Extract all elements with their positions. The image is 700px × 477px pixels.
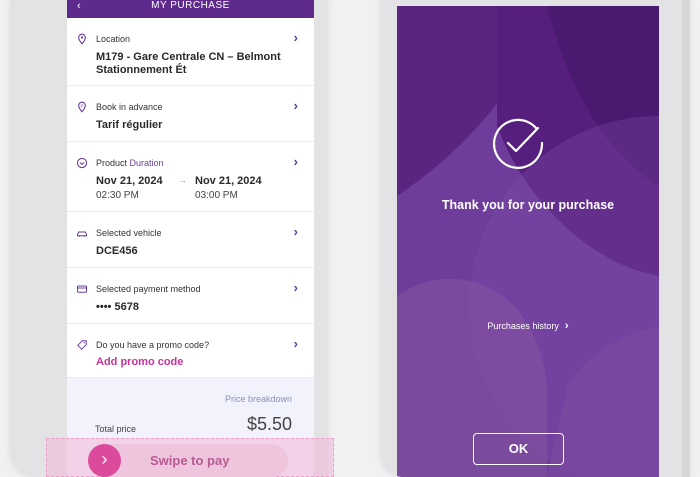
purchases-history-label: Purchases history [487,321,559,331]
location-value-line2: Stationnement Ét [96,64,187,76]
rate-value: Tarif régulier [96,119,163,131]
row-label-bold: Product [96,158,128,168]
chevron-right-icon: › [293,154,298,169]
row-book-in-advance[interactable]: P Book in advance Tarif régulier › [67,86,314,142]
purchases-history-link[interactable]: Purchases history › [397,320,659,332]
chevron-right-icon: › [564,320,569,332]
chevron-right-icon: › [293,224,298,239]
confirmation-screen-frame: Thank you for your purchase Purchases hi… [380,0,690,477]
start-date: Nov 21, 2024 [96,175,163,187]
page-title: MY PURCHASE [151,0,230,11]
row-promo-code[interactable]: Do you have a promo code? Add promo code… [67,324,314,378]
total-price-label: Total price [95,424,137,434]
swipe-handle[interactable]: › [88,444,121,477]
background-pattern [397,6,659,477]
row-location[interactable]: Location M179 - Gare Centrale CN – Belmo… [67,18,314,86]
location-pin-icon [76,32,88,45]
total-price-value: $5.50 [246,414,292,434]
swipe-to-pay-label: Swipe to pay [150,453,230,468]
booking-pin-icon: P [76,100,88,113]
start-time: 02:30 PM [96,190,139,201]
chevron-right-icon: › [293,280,298,295]
ok-button[interactable]: OK [473,433,564,465]
credit-card-icon [76,282,88,294]
chevron-right-icon: › [293,30,298,45]
row-label: Book in advance [96,102,163,112]
thank-you-message: Thank you for your purchase [441,198,615,212]
row-label: Selected vehicle [96,228,162,238]
row-payment-method[interactable]: Selected payment method •••• 5678 › [67,268,314,324]
car-icon [76,226,88,238]
row-label: Selected payment method [96,284,201,294]
back-icon[interactable]: ‹ [77,0,81,12]
row-label-rest: Duration [127,158,164,168]
tag-icon [76,338,88,350]
checkmark-circle-icon [492,118,544,169]
purchase-screen: ‹ MY PURCHASE Location M179 - Gare Centr… [67,0,314,477]
row-label: Product Duration [96,158,164,168]
end-date: Nov 21, 2024 [195,175,262,187]
header-bar: ‹ MY PURCHASE [67,0,314,18]
vehicle-plate: DCE456 [96,245,138,257]
add-promo-code-link[interactable]: Add promo code [96,356,183,369]
row-label: Do you have a promo code? [96,340,210,350]
card-number: •••• 5678 [96,301,139,313]
device-bezel [682,0,690,477]
end-time: 03:00 PM [195,190,238,201]
confirmation-screen: Thank you for your purchase Purchases hi… [397,6,659,477]
row-label: Location [96,34,131,44]
purchase-screen-frame: ‹ MY PURCHASE Location M179 - Gare Centr… [10,0,328,477]
row-selected-vehicle[interactable]: Selected vehicle DCE456 › [67,212,314,268]
price-breakdown-link[interactable]: Price breakdown [225,394,292,404]
device-bezel [314,0,328,477]
arrow-right-icon: → [178,175,187,185]
location-value: M179 - Gare Centrale CN – Belmont [96,51,281,63]
chevron-right-icon: › [293,98,298,113]
chevron-right-icon: › [293,336,298,351]
device-bezel [10,0,67,477]
clock-icon [76,156,88,169]
row-product-duration[interactable]: Product Duration Nov 21, 2024 → Nov 21, … [67,142,314,212]
svg-text:P: P [80,103,83,108]
